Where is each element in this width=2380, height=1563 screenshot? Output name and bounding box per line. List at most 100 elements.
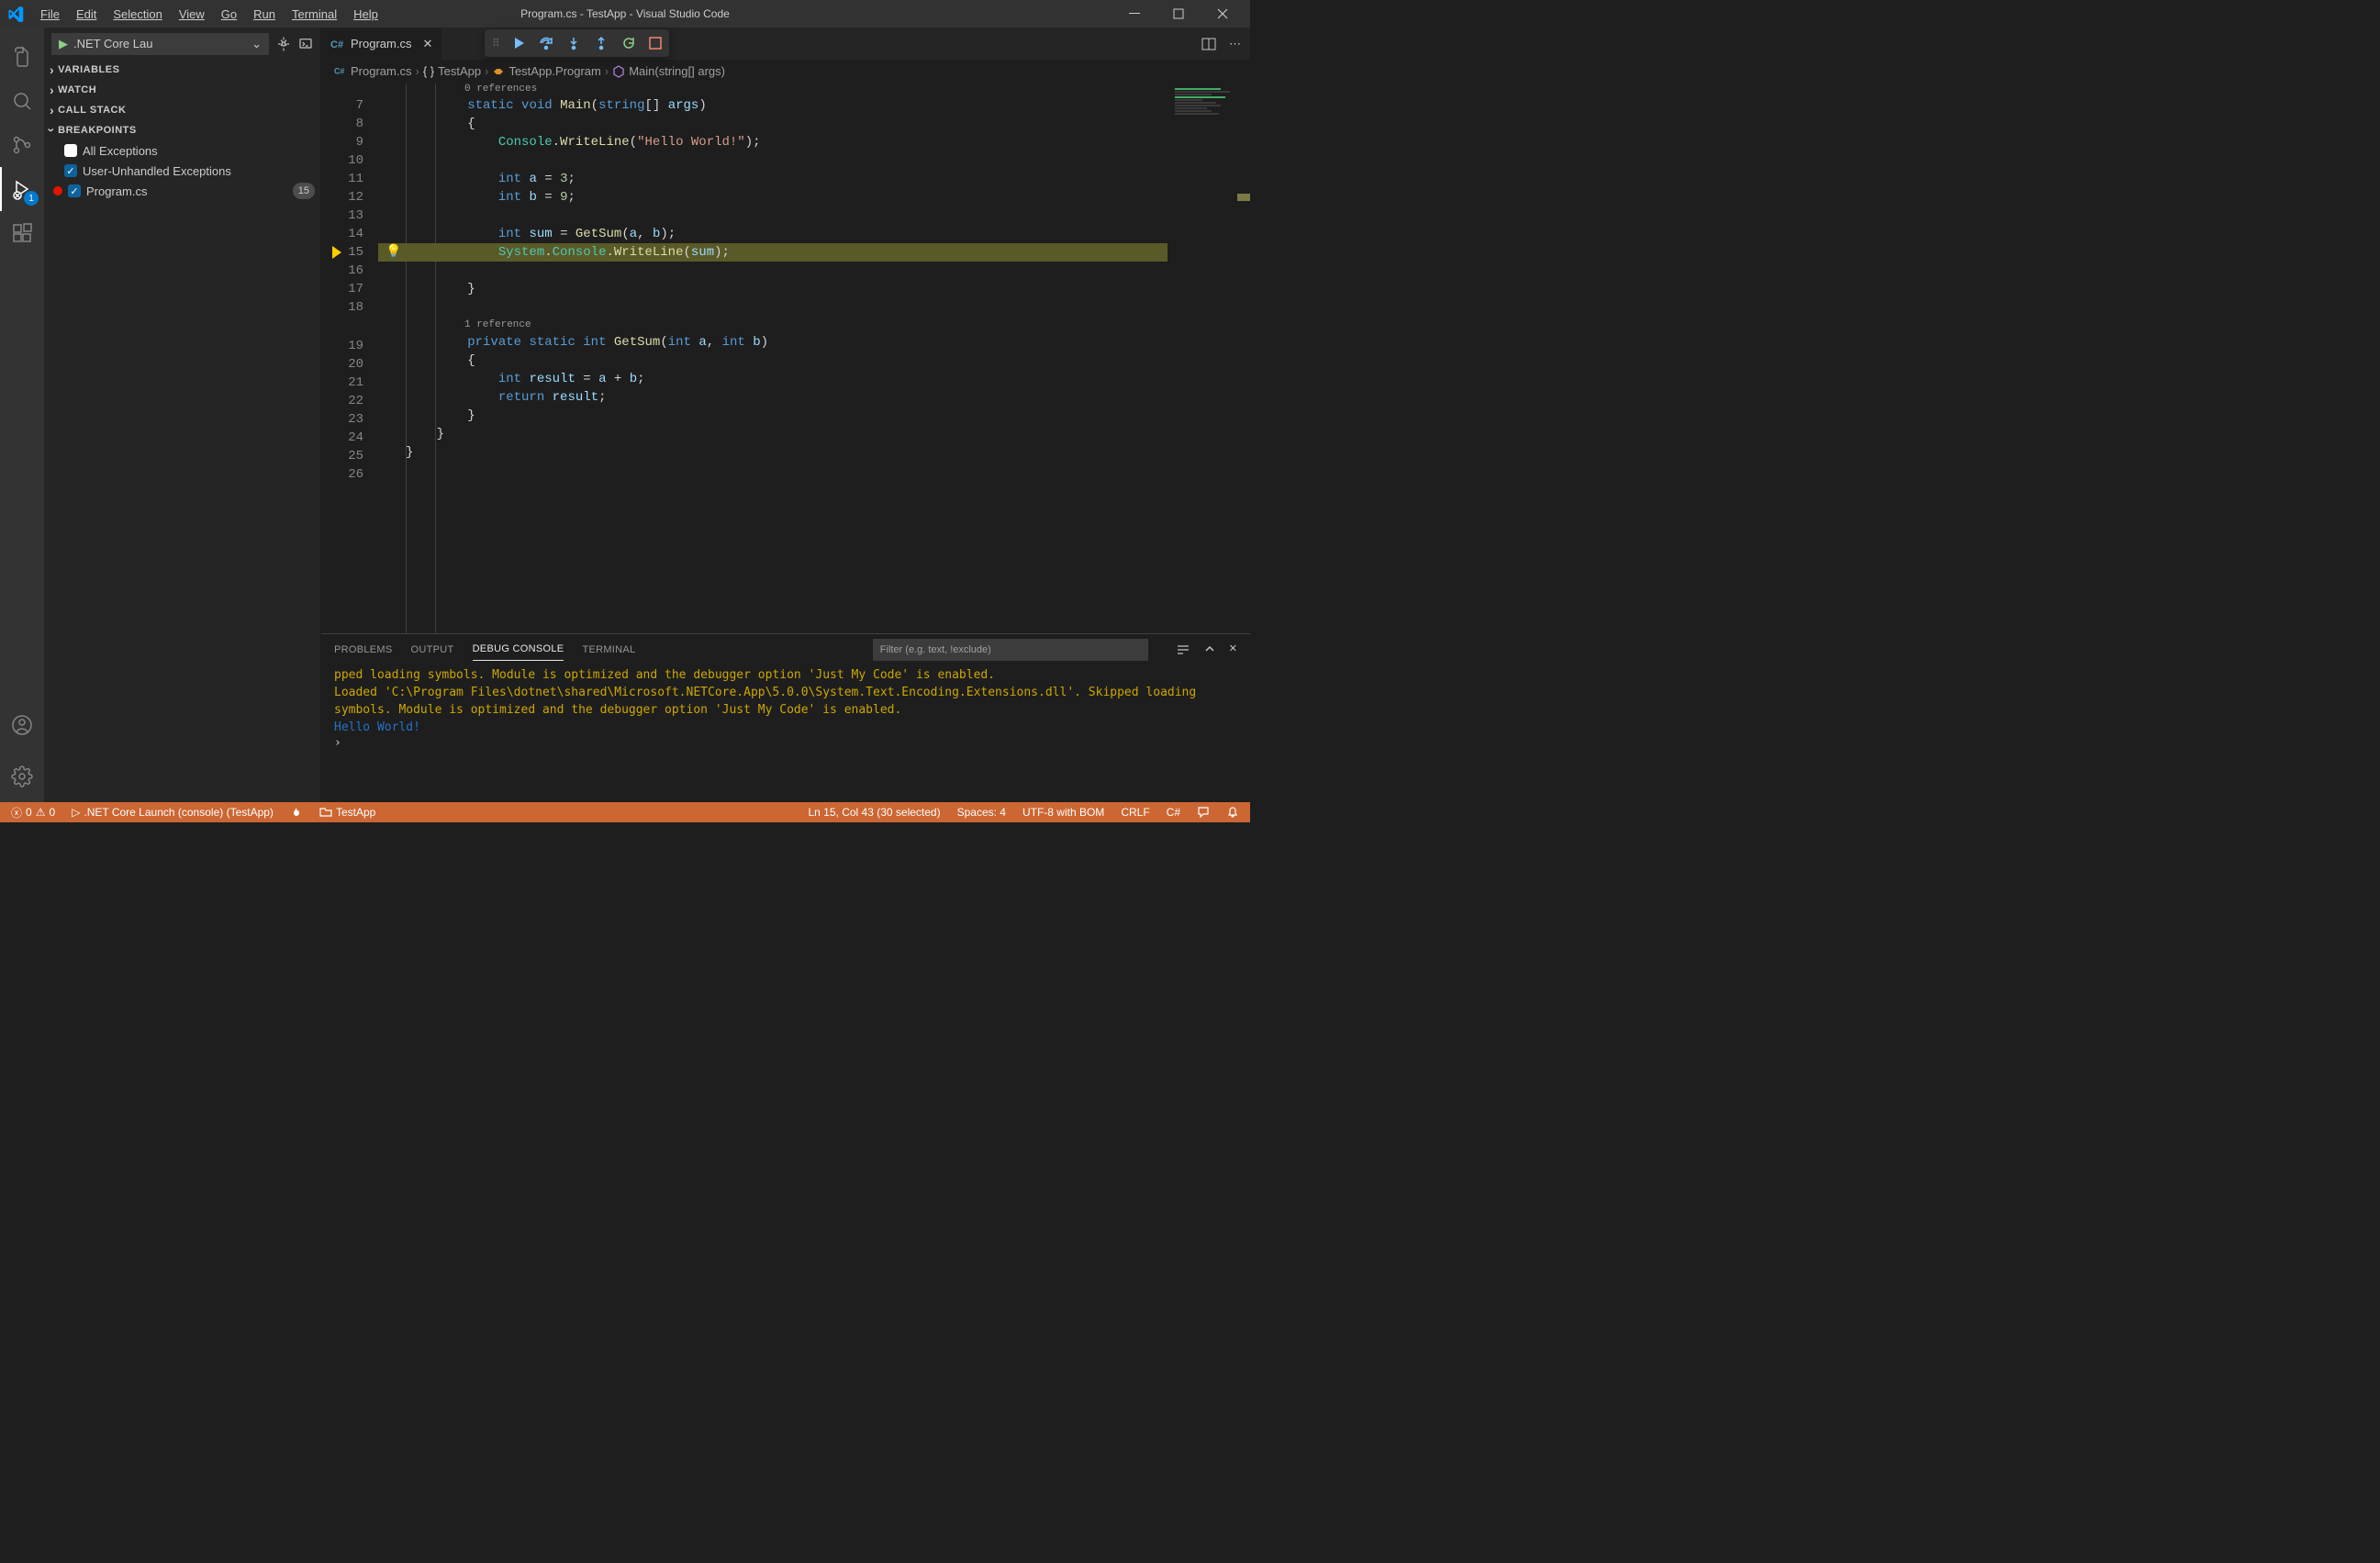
chevron-right-icon: › (605, 64, 609, 78)
word-wrap-icon[interactable] (1176, 642, 1190, 657)
vscode-logo-icon (7, 6, 24, 22)
watch-section[interactable]: › WATCH (44, 80, 320, 100)
close-panel-icon[interactable]: ✕ (1229, 642, 1237, 657)
debug-badge: 1 (24, 191, 39, 206)
codelens-references[interactable]: 1 reference (378, 317, 1250, 333)
status-cursor-position[interactable]: Ln 15, Col 43 (30 selected) (805, 806, 944, 819)
chevron-right-icon: › (485, 64, 488, 78)
minimap-highlight (1237, 194, 1250, 201)
breadcrumb-method[interactable]: Main(string[] args) (629, 64, 725, 78)
checkbox-checked[interactable]: ✓ (68, 184, 81, 197)
activity-bar: 1 (0, 28, 44, 802)
status-debug-target[interactable]: ▷ .NET Core Launch (console) (TestApp) (68, 806, 277, 819)
current-execution-line: 💡 System.Console.WriteLine(sum); (378, 243, 1250, 262)
accounts-icon[interactable] (0, 703, 44, 747)
callstack-section[interactable]: › CALL STACK (44, 100, 320, 120)
debug-config-label: .NET Core Lau (73, 37, 246, 50)
search-icon[interactable] (0, 79, 44, 123)
debug-toolbar[interactable]: ⠿ (485, 29, 669, 57)
source-control-icon[interactable] (0, 123, 44, 167)
debug-console-filter[interactable]: Filter (e.g. text, !exclude) (873, 639, 1148, 661)
collapse-panel-icon[interactable] (1203, 642, 1216, 657)
filter-placeholder: Filter (e.g. text, !exclude) (880, 644, 991, 655)
breadcrumb-namespace[interactable]: TestApp (438, 64, 481, 78)
minimize-button[interactable] (1122, 5, 1147, 23)
variables-section[interactable]: › VARIABLES (44, 60, 320, 80)
breadcrumbs[interactable]: C# Program.cs › { } TestApp › TestApp.Pr… (321, 60, 1250, 84)
panel-tab-problems[interactable]: PROBLEMS (334, 639, 393, 661)
config-gear-icon[interactable] (276, 37, 291, 51)
continue-icon[interactable] (511, 36, 526, 50)
checkbox-unchecked[interactable] (64, 144, 77, 157)
step-out-icon[interactable] (594, 36, 609, 50)
debug-console-toggle-icon[interactable] (298, 37, 313, 51)
panel-tab-terminal[interactable]: TERMINAL (582, 639, 635, 661)
status-flame-icon[interactable] (286, 806, 307, 819)
breadcrumb-file[interactable]: Program.cs (351, 64, 411, 78)
status-feedback-icon[interactable] (1193, 806, 1213, 819)
panel-tab-debug-console[interactable]: DEBUG CONSOLE (473, 638, 564, 661)
close-button[interactable] (1210, 5, 1235, 23)
tab-close-icon[interactable]: ✕ (422, 37, 432, 51)
menu-file[interactable]: File (33, 4, 67, 25)
checkbox-checked[interactable]: ✓ (64, 164, 77, 177)
console-line: Hello World! (334, 719, 1237, 736)
svg-text:C#: C# (330, 39, 343, 50)
debug-config-header: ▶ .NET Core Lau ⌄ (44, 28, 320, 60)
maximize-button[interactable] (1166, 5, 1191, 23)
breakpoint-dot-icon (53, 186, 62, 195)
editor-group: C# Program.cs ✕ ⠿ (321, 28, 1250, 802)
status-errors-warnings[interactable]: ⓧ0 ⚠0 (7, 805, 59, 821)
method-icon (612, 65, 625, 78)
breakpoint-file-item[interactable]: ✓ Program.cs 15 (44, 181, 320, 201)
menu-selection[interactable]: Selection (106, 4, 169, 25)
editor-tabs: C# Program.cs ✕ ⠿ (321, 28, 1250, 60)
split-editor-icon[interactable] (1201, 37, 1216, 51)
warning-icon: ⚠ (36, 806, 46, 819)
status-folder[interactable]: TestApp (316, 806, 379, 819)
window-controls (1122, 5, 1243, 23)
csharp-file-icon: C# (334, 65, 347, 78)
stop-icon[interactable] (649, 37, 662, 50)
console-prompt-icon[interactable]: › (334, 736, 1237, 750)
menu-run[interactable]: Run (246, 4, 283, 25)
menu-help[interactable]: Help (346, 4, 385, 25)
codelens-references[interactable]: 0 references (378, 84, 1250, 96)
status-encoding[interactable]: UTF-8 with BOM (1019, 806, 1108, 819)
svg-text:C#: C# (334, 66, 344, 75)
status-eol[interactable]: CRLF (1117, 806, 1153, 819)
breakpoint-all-exceptions[interactable]: All Exceptions (44, 140, 320, 161)
class-icon (492, 65, 505, 78)
extensions-icon[interactable] (0, 211, 44, 255)
status-language[interactable]: C# (1163, 806, 1184, 819)
menu-terminal[interactable]: Terminal (285, 4, 344, 25)
breadcrumb-class[interactable]: TestApp.Program (508, 64, 600, 78)
status-indentation[interactable]: Spaces: 4 (954, 806, 1010, 819)
menu-edit[interactable]: Edit (69, 4, 104, 25)
step-over-icon[interactable] (539, 36, 553, 50)
code-editor[interactable]: 7 8 9 10 11 12 13 14 15 16 17 18 19 20 2… (321, 84, 1250, 633)
console-line: Loaded 'C:\Program Files\dotnet\shared\M… (334, 684, 1237, 719)
breakpoints-section[interactable]: › BREAKPOINTS (44, 120, 320, 140)
breakpoint-user-unhandled[interactable]: ✓ User-Unhandled Exceptions (44, 161, 320, 181)
step-into-icon[interactable] (566, 36, 581, 50)
drag-grip-icon[interactable]: ⠿ (492, 37, 498, 50)
csharp-file-icon: C# (330, 37, 345, 51)
code-content[interactable]: 0 references static void Main(string[] a… (378, 84, 1250, 633)
more-actions-icon[interactable]: ⋯ (1229, 37, 1241, 51)
menu-view[interactable]: View (172, 4, 212, 25)
panel-tab-output[interactable]: OUTPUT (411, 639, 454, 661)
tab-label: Program.cs (351, 37, 411, 50)
debug-console-output[interactable]: pped loading symbols. Module is optimize… (321, 664, 1250, 802)
status-notifications-icon[interactable] (1223, 806, 1243, 819)
restart-icon[interactable] (621, 36, 636, 50)
status-bar: ⓧ0 ⚠0 ▷ .NET Core Launch (console) (Test… (0, 802, 1250, 822)
run-debug-icon[interactable]: 1 (0, 167, 44, 211)
menu-go[interactable]: Go (214, 4, 244, 25)
debug-config-dropdown[interactable]: ▶ .NET Core Lau ⌄ (51, 33, 269, 55)
minimap[interactable] (1168, 84, 1250, 633)
lightbulb-icon[interactable]: 💡 (385, 243, 401, 262)
explorer-icon[interactable] (0, 35, 44, 79)
settings-gear-icon[interactable] (0, 754, 44, 798)
tab-program-cs[interactable]: C# Program.cs ✕ (321, 28, 442, 60)
